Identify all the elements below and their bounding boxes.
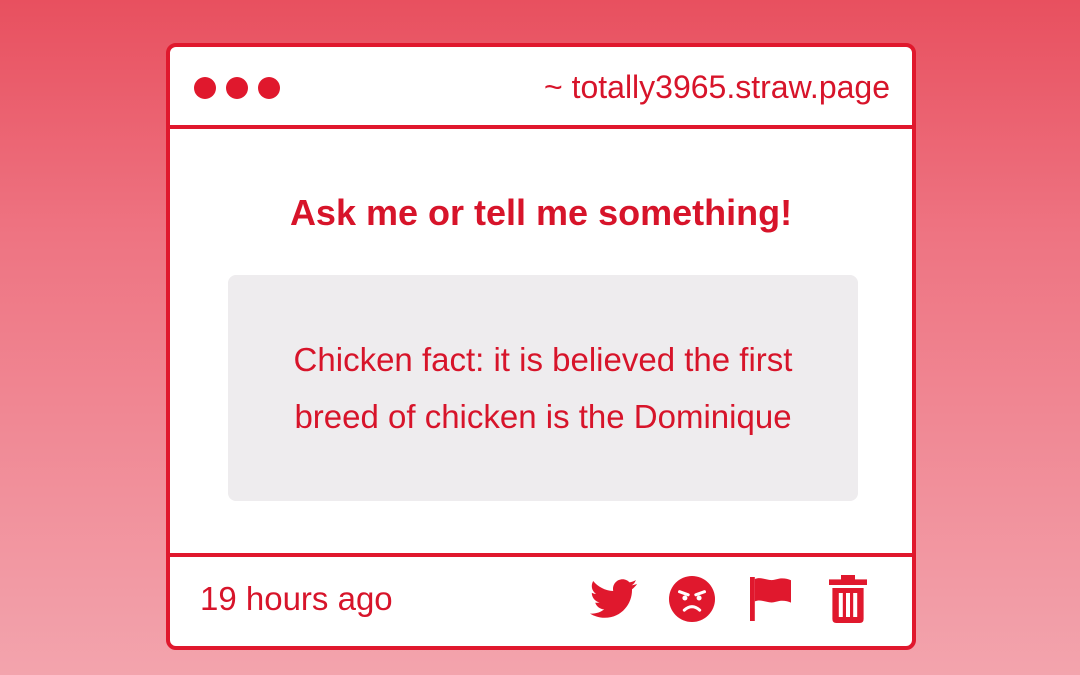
window-dot [226,77,248,99]
report-button[interactable] [746,575,794,623]
twitter-share-button[interactable] [590,575,638,623]
window-titlebar: ~ totally3965.straw.page [170,47,912,129]
trash-icon [829,575,867,623]
window-dot [194,77,216,99]
twitter-icon [590,579,638,618]
action-bar [590,575,872,623]
page-url[interactable]: ~ totally3965.straw.page [544,65,890,109]
react-angry-button[interactable] [668,575,716,623]
window-dots [194,77,280,99]
delete-button[interactable] [824,575,872,623]
page-title: Ask me or tell me something! [289,192,793,233]
card-content: Ask me or tell me something! Chicken fac… [170,129,912,553]
angry-face-icon [669,576,715,622]
flag-icon [750,577,791,621]
message-text: Chicken fact: it is believed the first b… [293,341,793,435]
message-card: ~ totally3965.straw.page Ask me or tell … [166,43,916,650]
timestamp: 19 hours ago [200,580,393,617]
message-box: Chicken fact: it is believed the first b… [228,275,858,501]
window-dot [258,77,280,99]
card-footer: 19 hours ago [170,553,912,646]
